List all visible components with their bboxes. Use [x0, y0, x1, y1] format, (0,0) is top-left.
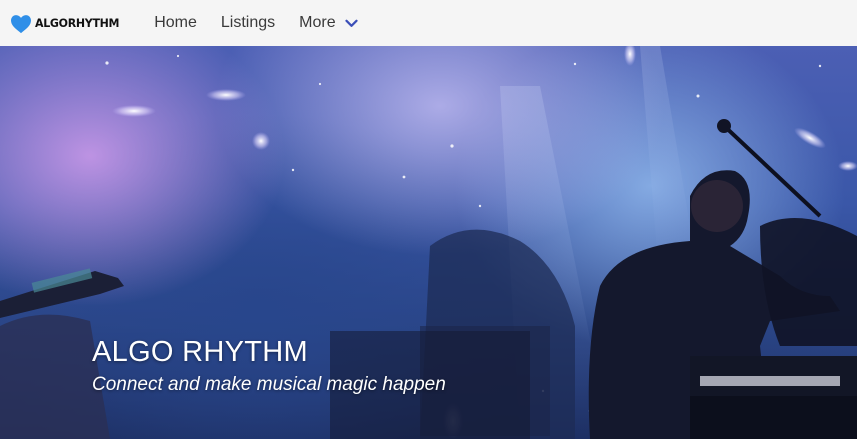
- nav-link-listings-label: Listings: [220, 14, 276, 31]
- nav-link-more-label: More: [299, 14, 336, 31]
- brand-logo[interactable]: ALGORHYTHM: [10, 0, 120, 46]
- hero-title: ALGO RHYTHM: [92, 336, 308, 368]
- nav-dropdown-more[interactable]: More: [299, 14, 358, 32]
- nav-link-listings[interactable]: Listings: [221, 14, 275, 32]
- nav-link-home[interactable]: Home: [154, 14, 197, 32]
- hero-text: ALGO RHYTHM Connect and make musical mag…: [92, 336, 446, 396]
- hero-subtitle: Connect and make musical magic happen: [92, 374, 446, 395]
- nav-links: Home Listings More: [154, 14, 381, 32]
- nav-link-home-label: Home: [154, 14, 197, 31]
- top-navbar: ALGORHYTHM Home Listings More: [0, 0, 857, 46]
- brand-name: ALGORHYTHM: [35, 16, 120, 30]
- chevron-down-icon: [344, 19, 358, 27]
- heart-icon: [11, 14, 31, 33]
- hero-banner: ALGO RHYTHM Connect and make musical mag…: [0, 46, 857, 439]
